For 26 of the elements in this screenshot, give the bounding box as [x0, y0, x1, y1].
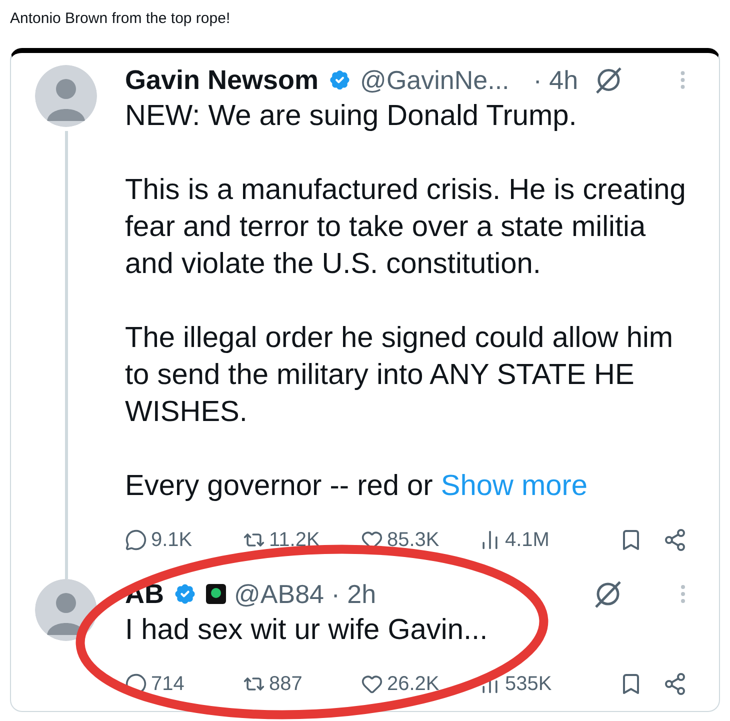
- reply-button[interactable]: 9.1K: [125, 525, 192, 555]
- tweet-text: The illegal order he signed could allow him to send the military into ANY STATE HE WISHES.: [125, 321, 674, 430]
- share-icon[interactable]: [663, 528, 687, 552]
- slashed-circle-icon[interactable]: [594, 65, 624, 95]
- repost-button[interactable]: 887: [243, 669, 302, 699]
- tweet-text: This is a manufactured crisis. He is creating fear and terror to take over a state militia and violate the U.S. constitution.: [125, 173, 687, 282]
- avatar[interactable]: [35, 579, 97, 641]
- reply-button[interactable]: 714: [125, 669, 184, 699]
- author-name: Gavin Newsom: [125, 65, 319, 95]
- tweet-text: Every governor -- red or Show more: [125, 469, 589, 504]
- views-button[interactable]: 535K: [479, 669, 552, 699]
- author-handle: @GavinNe...: [360, 65, 510, 95]
- share-icon[interactable]: [663, 672, 687, 696]
- slashed-circle-icon[interactable]: [593, 579, 623, 609]
- tweet-text: NEW: We are suing Donald Trump.: [125, 99, 578, 134]
- avatar[interactable]: [35, 65, 97, 127]
- views-button[interactable]: 4.1M: [479, 525, 550, 555]
- reply-icon: [125, 529, 147, 551]
- like-icon: [361, 673, 383, 695]
- post-caption: Antonio Brown from the top rope!: [9, 9, 232, 29]
- like-button[interactable]: 26.2K: [361, 669, 440, 699]
- like-button[interactable]: 85.3K: [361, 525, 440, 555]
- tweet-text: I had sex wit ur wife Gavin...: [125, 613, 489, 648]
- timestamp: · 4h: [533, 65, 578, 95]
- repost-button[interactable]: 11.2K: [243, 525, 320, 555]
- author-handle: @AB84 · 2h: [234, 579, 376, 609]
